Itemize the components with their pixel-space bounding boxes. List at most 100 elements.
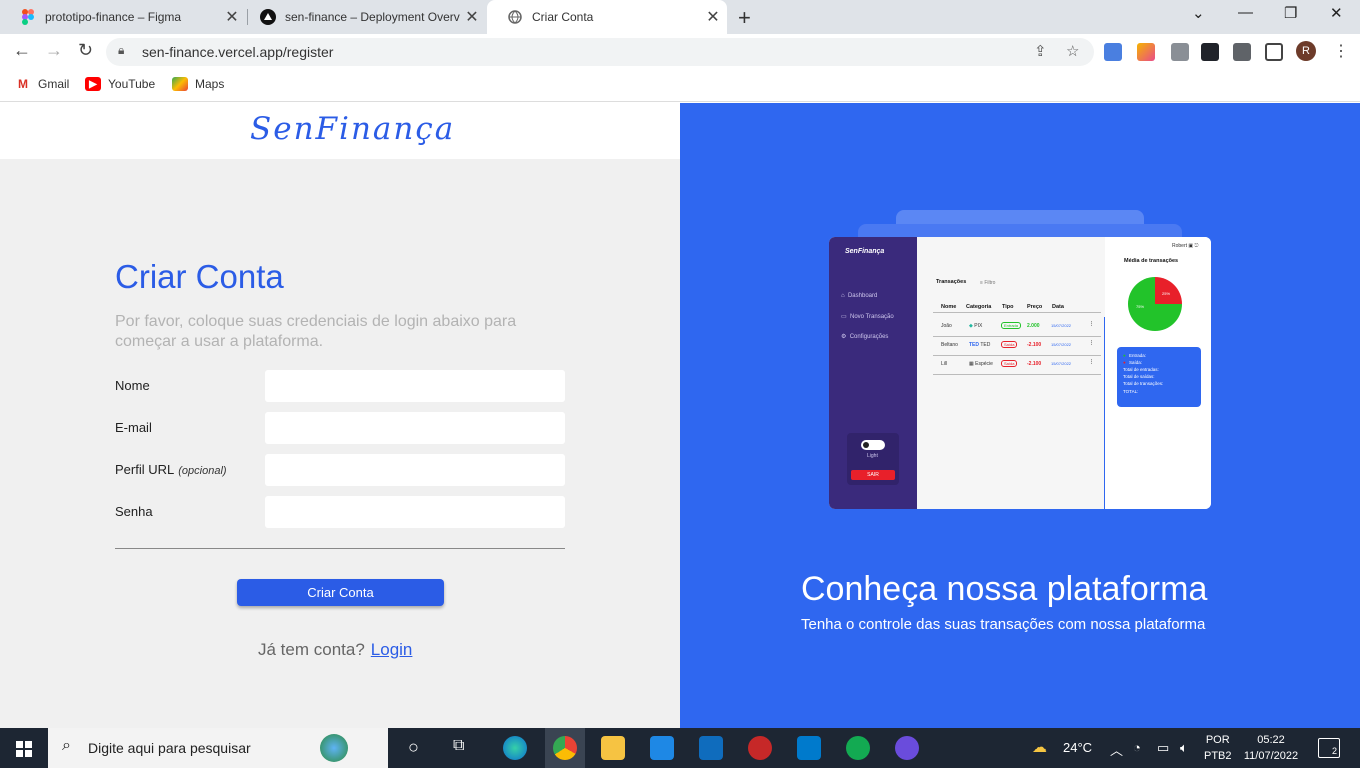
side-panel-icon[interactable] — [1265, 43, 1283, 61]
clock[interactable]: 05:22 11/07/2022 — [1242, 732, 1300, 764]
preview-divider — [933, 355, 1101, 356]
app-icon[interactable] — [748, 736, 772, 760]
chevron-up-icon[interactable]: ︿ — [1110, 740, 1123, 759]
gmail-icon: M — [15, 77, 31, 91]
translate-extension-icon[interactable] — [1104, 43, 1122, 61]
preview-cell: 15/07/2022 — [1051, 323, 1072, 328]
card-line: Total de saídas: — [1123, 374, 1155, 379]
vercel-icon — [260, 9, 276, 25]
row-menu-icon: ⋮ — [1089, 321, 1094, 327]
meet-icon[interactable]: ◔ — [1133, 740, 1141, 755]
preview-cell: -2.100 — [1027, 342, 1042, 348]
taskbar-search[interactable]: ⌕ Digite aqui para pesquisar — [48, 728, 388, 768]
preview-cell: Beltano — [941, 342, 958, 348]
create-account-button[interactable]: Criar Conta — [237, 579, 444, 606]
profile-url-input[interactable] — [265, 454, 565, 486]
react-devtools-icon[interactable] — [1201, 43, 1219, 61]
password-input[interactable] — [265, 496, 565, 528]
preview-stats: Robert ▣ ⎋ Média de transações 25% 75% E… — [1105, 237, 1211, 509]
app-icon[interactable] — [895, 736, 919, 760]
logo[interactable]: SenFinança — [250, 111, 455, 147]
close-tab-icon[interactable]: ✕ — [462, 7, 482, 27]
card-line: Total de transações: — [1123, 381, 1164, 386]
close-tab-icon[interactable]: ✕ — [222, 7, 242, 27]
preview-filter-label: Filtro — [984, 280, 996, 286]
language-indicator[interactable]: POR PTB2 — [1204, 732, 1232, 764]
preview-cell: ▦ Espécie — [969, 361, 993, 367]
row-menu-icon: ⋮ — [1089, 359, 1094, 365]
tab-title: Criar Conta — [532, 10, 594, 24]
preview-nav-label: Novo Transação — [850, 314, 894, 320]
edge-icon[interactable] — [503, 736, 527, 760]
bookmark-label: Maps — [195, 77, 225, 91]
tab-bar: prototipo-finance – Figma ✕ sen-finance … — [0, 0, 1360, 34]
file-explorer-icon[interactable] — [601, 736, 625, 760]
promo-title: Conheça nossa plataforma — [801, 570, 1208, 608]
tab-search-icon[interactable]: ⌄ — [1192, 4, 1205, 22]
preview-divider — [933, 374, 1101, 375]
weather-temp[interactable]: 24°C — [1063, 740, 1092, 755]
share-icon[interactable]: ⇪ — [1034, 42, 1047, 60]
preview-col-header: Preço — [1027, 304, 1043, 310]
bookmark-label: YouTube — [108, 77, 156, 91]
bookmark-maps[interactable]: Maps — [172, 77, 224, 91]
profile-url-label: Perfil URL (opcional) — [115, 462, 227, 477]
preview-col-header: Categoria — [966, 304, 992, 310]
youtube-icon: ▶ — [85, 77, 101, 91]
name-label: Nome — [115, 378, 150, 393]
restore-icon[interactable]: ❐ — [1284, 4, 1297, 22]
email-input[interactable] — [265, 412, 565, 444]
preview-cell: -2.100 — [1027, 361, 1042, 367]
preview-type-badge: Saída — [1001, 341, 1018, 348]
extensions-puzzle-icon[interactable] — [1233, 43, 1251, 61]
windows-taskbar: ⌕ Digite aqui para pesquisar ○ ⧉ ☁ 24°C … — [0, 728, 1360, 768]
notifications-icon[interactable]: 2 — [1318, 738, 1340, 758]
profile-avatar[interactable]: R — [1296, 41, 1316, 61]
keyboard-layout: PTB2 — [1204, 750, 1232, 762]
volume-icon[interactable]: 🔈︎ — [1180, 740, 1188, 756]
windows-start-icon[interactable] — [16, 741, 32, 757]
color-picker-extension-icon[interactable] — [1137, 43, 1155, 61]
eyedropper-extension-icon[interactable] — [1171, 43, 1189, 61]
chrome-icon[interactable] — [553, 736, 577, 760]
preview-divider — [933, 336, 1101, 337]
preview-cell: João — [941, 323, 952, 329]
email-label: E-mail — [115, 420, 152, 435]
vscode-icon[interactable] — [797, 736, 821, 760]
promo-panel: SenFinança ⌂ Dashboard ▭ Novo Transação … — [680, 103, 1360, 728]
login-link[interactable]: Login — [371, 640, 413, 659]
tab-figma[interactable]: prototipo-finance – Figma ✕ — [0, 0, 246, 34]
address-bar[interactable]: 🔒︎ sen-finance.vercel.app/register ⇪ ☆ — [106, 38, 1094, 66]
microsoft-store-icon[interactable] — [650, 736, 674, 760]
preview-nav-item: ⚙ Configurações — [841, 334, 889, 340]
forward-icon[interactable]: → — [45, 40, 63, 61]
weather-icon[interactable]: ☁ — [1032, 738, 1047, 756]
bookmark-gmail[interactable]: M Gmail — [15, 77, 69, 91]
mail-icon[interactable] — [699, 736, 723, 760]
pie-label: 25% — [1162, 291, 1171, 296]
close-window-icon[interactable]: ✕ — [1330, 4, 1343, 22]
network-icon[interactable]: ▭ — [1157, 740, 1169, 756]
preview-cell: 2.000 — [1027, 323, 1040, 329]
close-tab-icon[interactable]: ✕ — [703, 7, 723, 27]
card-line: Entrada: ● — [1123, 353, 1147, 358]
back-icon[interactable]: ← — [13, 40, 31, 61]
preview-logout-button: SAIR — [851, 470, 895, 480]
tab-criar-conta[interactable]: Criar Conta ✕ — [487, 0, 727, 34]
name-input[interactable] — [265, 370, 565, 402]
bookmark-star-icon[interactable]: ☆ — [1066, 42, 1079, 60]
new-tab-icon[interactable]: + — [738, 5, 751, 31]
tab-vercel[interactable]: sen-finance – Deployment Overv ✕ — [240, 0, 486, 34]
task-view-icon[interactable]: ⧉ — [453, 737, 464, 755]
bookmark-youtube[interactable]: ▶ YouTube — [85, 77, 155, 91]
menu-kebab-icon[interactable]: ⋮ — [1333, 41, 1349, 61]
bookmarks-bar: M Gmail ▶ YouTube Maps — [0, 70, 1360, 102]
register-panel: SenFinança Criar Conta Por favor, coloqu… — [0, 103, 680, 728]
toggle-switch — [861, 440, 885, 450]
reload-icon[interactable]: ↻ — [78, 40, 93, 61]
mongodb-compass-icon[interactable] — [846, 736, 870, 760]
toggle-label: Light — [867, 453, 878, 459]
preview-type-badge: Entrada — [1001, 322, 1022, 329]
minimize-icon[interactable]: — — [1238, 4, 1253, 21]
cortana-icon[interactable]: ○ — [408, 737, 419, 758]
